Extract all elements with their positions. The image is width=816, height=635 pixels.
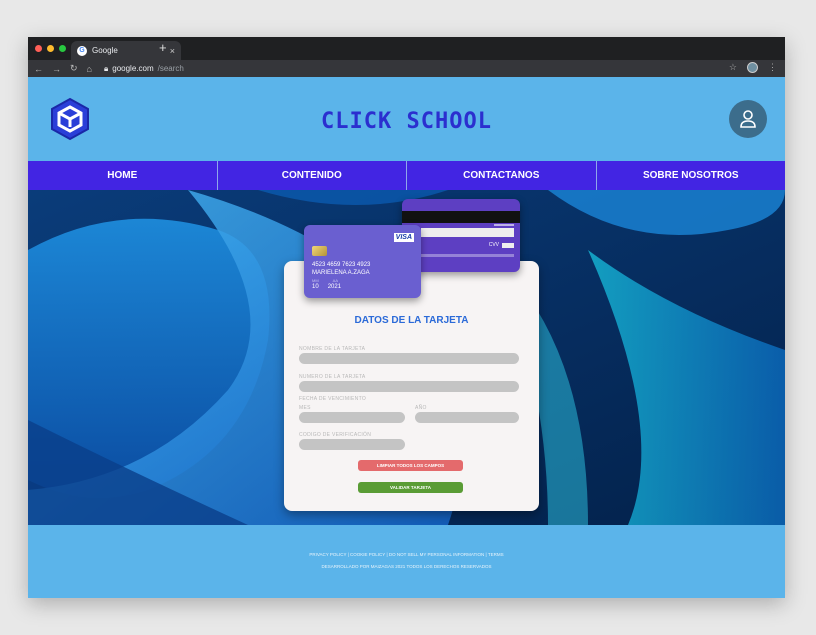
credit-card-front: VISA 4523 4659 7623 4923 MARIELENA A.ZAG… (304, 225, 421, 298)
card-back-cvv: CVV (489, 242, 514, 248)
expiry-month-label: MES (299, 405, 311, 411)
card-holder-display: MARIELENA A.ZAGA (312, 270, 370, 276)
magnetic-strip (402, 211, 520, 223)
minimize-window-icon[interactable] (47, 45, 54, 52)
expiry-month-input[interactable] (299, 412, 405, 423)
validate-card-button[interactable]: VALIDAR TARJETA (358, 482, 463, 493)
card-number-input[interactable] (299, 381, 519, 392)
holder-label: NOMBRE DE LA TARJETA (299, 346, 366, 352)
clear-fields-button[interactable]: LIMPIAR TODOS LOS CAMPOS (358, 460, 463, 471)
site-footer: PRIVACY POLICY | COOKIE POLICY | DO NOT … (28, 526, 785, 598)
site-header: CLICK SCHOOL (28, 77, 785, 161)
browser-menu-icon[interactable]: ⋮ (768, 62, 777, 73)
footer-credits: DESARROLLADO POR MAIZAGAS 2021 TODOS LOS… (321, 564, 492, 569)
card-month-value: 10 (312, 284, 319, 290)
user-account-button[interactable] (729, 100, 767, 138)
address-bar[interactable]: 🔒︎ google.com/search (104, 64, 184, 74)
form-title: DATOS DE LA TARJETA (354, 315, 469, 326)
card-back-fine-print-top (494, 224, 514, 226)
tab-title: Google (92, 46, 118, 55)
bookmark-star-icon[interactable]: ☆ (729, 62, 737, 73)
home-icon[interactable]: ⌂ (87, 64, 92, 74)
card-year-value: 2021 (327, 284, 342, 290)
cvv-field-label: CODIGO DE VERIFICACIÓN (299, 432, 372, 438)
back-icon[interactable]: ← (34, 64, 43, 74)
signature-strip (421, 228, 514, 237)
nav-item-home[interactable]: HOME (28, 161, 218, 190)
card-year-label: AA (332, 278, 339, 283)
main-nav: HOME CONTENIDO CONTACTANOS SOBRE NOSOTRO… (28, 161, 785, 190)
card-back-cvv-label: CVV (488, 242, 499, 248)
card-number-label: NUMERO DE LA TARJETA (299, 374, 366, 380)
profile-avatar-icon[interactable] (747, 62, 758, 73)
window-controls (35, 45, 66, 52)
forward-icon[interactable]: → (52, 64, 61, 74)
expiry-year-label: AÑO (415, 405, 427, 411)
address-bar-row: ← → ↻ ⌂ 🔒︎ google.com/search ☆ ⋮ (28, 60, 785, 77)
card-chip-icon (312, 246, 327, 256)
visa-logo: VISA (393, 233, 414, 242)
user-icon (740, 110, 756, 128)
tab-close-icon[interactable]: × (170, 46, 175, 56)
card-back-fine-print (411, 254, 514, 257)
footer-links[interactable]: PRIVACY POLICY | COOKIE POLICY | DO NOT … (28, 552, 785, 557)
expiry-label: FECHA DE VENCIMIENTO (299, 396, 367, 402)
google-favicon-icon: G (77, 45, 87, 56)
nav-item-sobre-nosotros[interactable]: SOBRE NOSOTROS (597, 161, 786, 190)
site-title: CLICK SCHOOL (321, 109, 492, 134)
cvv-input[interactable] (299, 439, 405, 450)
maximize-window-icon[interactable] (59, 45, 66, 52)
close-window-icon[interactable] (35, 45, 42, 52)
card-expiry-display: 10 2021 (312, 284, 341, 290)
new-tab-button[interactable]: + (159, 41, 167, 55)
card-back-cvv-box (502, 242, 514, 248)
browser-window: G Google × + ← → ↻ ⌂ 🔒︎ google.com/searc… (28, 37, 785, 598)
lock-icon: 🔒︎ (103, 63, 109, 73)
card-month-label: MM (312, 278, 319, 283)
address-bar-actions: ☆ ⋮ (729, 62, 777, 73)
card-number-display: 4523 4659 7623 4923 (312, 262, 371, 268)
expiry-year-input[interactable] (415, 412, 519, 423)
url-host: google.com (112, 64, 154, 73)
hero-section: DATOS DE LA TARJETA NOMBRE DE LA TARJETA… (28, 190, 785, 525)
nav-item-contactanos[interactable]: CONTACTANOS (407, 161, 597, 190)
card-holder-input[interactable] (299, 353, 519, 364)
nav-item-contenido[interactable]: CONTENIDO (218, 161, 407, 190)
browser-tab-bar: G Google × + (28, 37, 785, 60)
url-path: /search (157, 64, 184, 73)
card-form-panel: DATOS DE LA TARJETA NOMBRE DE LA TARJETA… (284, 261, 539, 511)
card-date-labels: MM AA (312, 278, 338, 283)
reload-icon[interactable]: ↻ (70, 63, 78, 74)
